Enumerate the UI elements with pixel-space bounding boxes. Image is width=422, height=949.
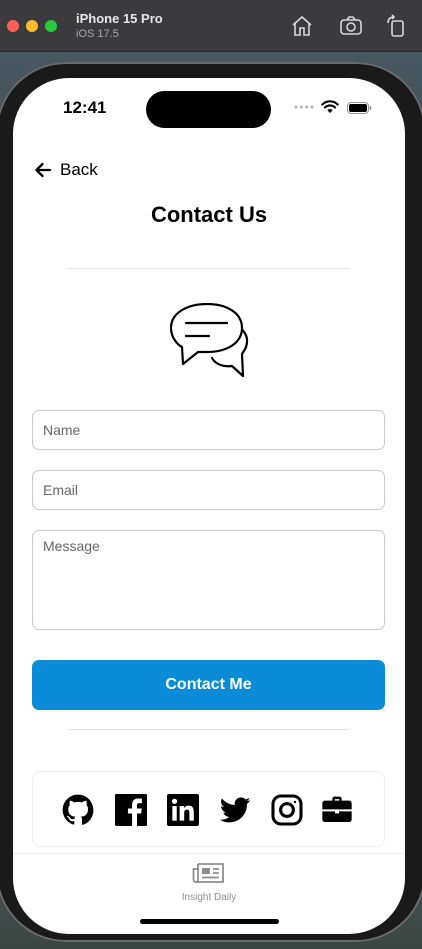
app-screen: 12:41 Back Contact Us Contact Me — [13, 78, 405, 934]
arrow-left-icon — [35, 162, 52, 178]
github-icon[interactable] — [62, 794, 94, 826]
email-field[interactable] — [32, 470, 385, 510]
dynamic-island — [146, 91, 271, 128]
home-indicator[interactable] — [140, 919, 279, 924]
facebook-icon[interactable] — [115, 794, 147, 826]
screenshot-icon[interactable] — [339, 14, 363, 38]
briefcase-icon[interactable] — [321, 794, 353, 826]
divider — [67, 729, 350, 730]
signal-dots-icon — [294, 105, 314, 109]
wifi-icon — [321, 100, 339, 113]
home-icon[interactable] — [290, 14, 314, 38]
minimize-window-button[interactable] — [26, 20, 38, 32]
name-field[interactable] — [32, 410, 385, 450]
rotate-icon[interactable] — [384, 14, 408, 38]
back-button[interactable]: Back — [34, 160, 98, 180]
tab-label: Insight Daily — [181, 892, 237, 903]
tab-insight-daily[interactable]: Insight Daily — [159, 861, 259, 903]
status-time: 12:41 — [63, 98, 107, 117]
tabbar-divider — [13, 853, 405, 854]
battery-icon — [347, 102, 372, 114]
divider — [67, 268, 350, 269]
page-title: Contact Us — [150, 202, 268, 227]
device-name: iPhone 15 Pro — [76, 11, 163, 26]
zoom-window-button[interactable] — [45, 20, 57, 32]
social-links — [32, 771, 385, 847]
contact-me-button[interactable]: Contact Me — [32, 660, 385, 710]
message-field[interactable] — [32, 530, 385, 630]
simulator-titlebar: iPhone 15 Pro iOS 17.5 — [0, 0, 422, 52]
os-version: iOS 17.5 — [76, 28, 119, 40]
chat-bubbles-icon — [170, 303, 249, 378]
newspaper-icon — [192, 863, 224, 883]
linkedin-icon[interactable] — [167, 794, 199, 826]
instagram-icon[interactable] — [271, 794, 303, 826]
twitter-icon[interactable] — [219, 794, 251, 826]
back-label: Back — [60, 160, 98, 179]
close-window-button[interactable] — [7, 20, 19, 32]
